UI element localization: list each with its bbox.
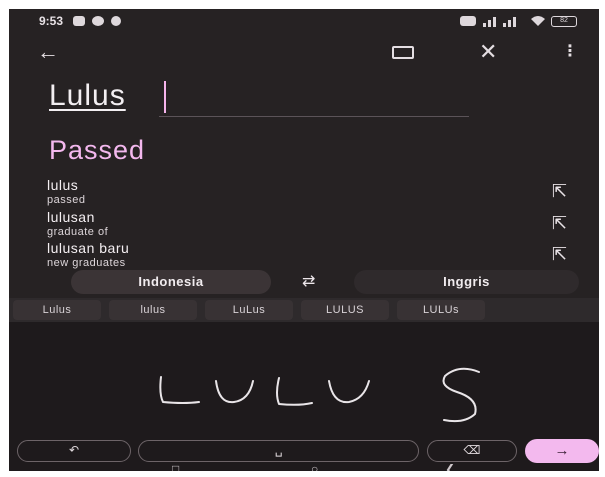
suggestion-word: lulusan <box>47 209 95 225</box>
candidate-item[interactable]: lulus <box>109 300 197 320</box>
handwriting-canvas[interactable] <box>9 324 599 444</box>
back-nav-icon[interactable]: ❮ <box>445 463 455 471</box>
insert-arrow-icon[interactable]: ⇱ <box>552 181 567 202</box>
undo-button[interactable]: ↶ <box>17 440 131 462</box>
recents-nav-icon[interactable]: □ <box>172 463 179 471</box>
whatsapp-icon <box>92 16 104 26</box>
battery-icon: 82 <box>551 15 577 27</box>
source-language-button[interactable]: Indonesia <box>71 270 271 294</box>
status-time: 9:53 <box>39 14 64 28</box>
undo-icon: ↶ <box>68 443 80 457</box>
wifi-icon <box>531 16 545 26</box>
suggestion-word: lulusan baru <box>47 240 130 256</box>
arrow-left-icon[interactable]: ← <box>37 37 59 67</box>
suggestion-translation: new graduates <box>47 257 126 269</box>
suggestion-item[interactable]: lulus passed ⇱ <box>47 177 567 209</box>
enter-button[interactable]: → <box>525 439 599 463</box>
candidate-item[interactable]: LULUs <box>397 300 485 320</box>
signal-icon <box>483 17 516 27</box>
text-cursor <box>164 81 166 113</box>
more-vert-icon[interactable]: ⋮ <box>562 37 578 67</box>
suggestion-item[interactable]: lulusan baru new graduates ⇱ <box>47 240 567 272</box>
candidate-item[interactable]: Lulus <box>13 300 101 320</box>
backspace-icon: ⌫ <box>463 443 481 457</box>
candidate-item[interactable]: LULUS <box>301 300 389 320</box>
backspace-button[interactable]: ⌫ <box>427 440 517 462</box>
candidate-item[interactable]: LuLus <box>205 300 293 320</box>
space-button[interactable]: ␣ <box>138 440 419 462</box>
suggestion-translation: passed <box>47 194 86 206</box>
divider <box>159 116 469 117</box>
status-bar: 9:53 82 <box>9 9 599 35</box>
source-text-input[interactable]: Lulus <box>49 79 126 113</box>
translation-result: Passed <box>49 135 146 165</box>
settings-icon <box>111 16 121 26</box>
insert-arrow-icon[interactable]: ⇱ <box>552 244 567 265</box>
target-language-button[interactable]: Inggris <box>354 270 579 294</box>
candidate-bar: Lulus lulus LuLus LULUS LULUs <box>9 298 599 322</box>
arrow-right-icon: → <box>554 442 570 459</box>
network-type-icon <box>460 16 476 26</box>
notification-icon <box>73 16 85 26</box>
insert-arrow-icon[interactable]: ⇱ <box>552 213 567 234</box>
toolbar: ← ✕ ⋮ <box>9 37 599 69</box>
suggestion-translation: graduate of <box>47 226 109 238</box>
phone-screen: 9:53 82 ← ✕ ⋮ Lulus Passed lulus passed … <box>9 9 599 471</box>
home-nav-icon[interactable]: ○ <box>311 463 318 471</box>
close-icon[interactable]: ✕ <box>479 37 497 67</box>
swap-languages-icon[interactable]: ⇄ <box>302 271 315 291</box>
space-icon: ␣ <box>274 443 283 457</box>
suggestion-word: lulus <box>47 177 79 193</box>
suggestion-item[interactable]: lulusan graduate of ⇱ <box>47 209 567 241</box>
keyboard-icon[interactable] <box>392 46 414 59</box>
system-icons: 82 <box>460 15 577 27</box>
notification-icons <box>73 16 121 26</box>
